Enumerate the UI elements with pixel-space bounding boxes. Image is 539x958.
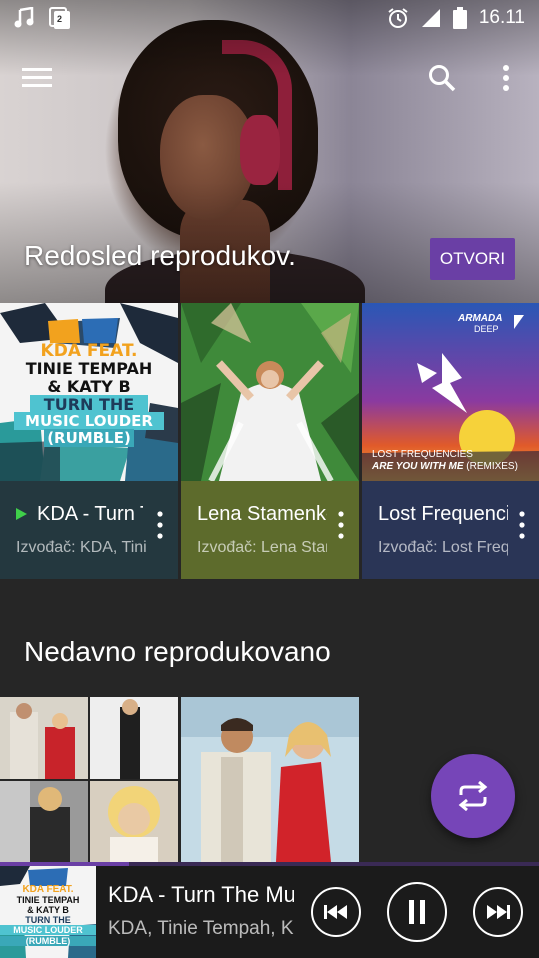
art-label-title: ARE YOU WITH ME (REMIXES) [372,461,518,472]
skip-next-icon [487,905,510,919]
pause-icon [409,900,425,924]
notification-count: 2 [57,14,63,24]
card-subtitle: Izvođač: KDA, Tinie Tempah, Katy B [16,539,146,556]
more-vert-icon[interactable] [510,505,534,545]
open-button[interactable]: OTVORI [430,238,515,280]
skip-previous-icon [324,905,347,919]
hero-title: Redosled reprodukov. [24,240,296,271]
status-bar: 2 16.11 [0,0,539,36]
repeat-fab[interactable] [431,754,515,838]
app-bar [0,54,539,102]
art-label-artist: LOST FREQUENCIES [372,449,473,460]
card-info: Lena Stamenković Izvođač: Lena Stamenkov… [181,481,359,579]
card-lena[interactable]: Lena Stamenković Izvođač: Lena Stamenkov… [181,303,359,579]
art-label-deep: DEEP [474,324,499,334]
player-art-line-1: KDA FEAT. [22,884,74,895]
repeat-icon [458,781,488,811]
playlist-cards: KDA FEAT. TINIE TEMPAH & KATY B TURN THE… [0,303,539,579]
mini-player[interactable]: KDA FEAT. TINIE TEMPAH & KATY B TURN THE… [0,862,539,958]
clock-time: 16.11 [478,7,525,28]
art-line-1: KDA FEAT. [40,341,138,361]
photo-badge-icon: 2 [48,6,72,30]
card-title: Lost Frequencies [378,503,508,525]
next-button[interactable] [473,887,523,937]
player-art-line-3: & KATY B [27,905,69,915]
now-playing-artist: KDA, Tinie Tempah, Katy B [108,918,294,939]
album-art-lena [181,303,359,481]
more-vert-icon[interactable] [494,62,518,94]
art-line-3: & KATY B [47,377,131,396]
now-playing-title: KDA - Turn The Music Louder [108,882,294,907]
battery-icon [452,7,467,29]
now-playing-art: KDA FEAT. TINIE TEMPAH & KATY B TURN THE… [0,866,96,958]
card-title: KDA - Turn The Music Louder [37,503,143,525]
playing-indicator-icon [16,508,27,520]
search-icon[interactable] [426,62,458,94]
signal-icon [421,8,441,28]
alarm-icon [387,7,409,29]
card-title: Lena Stamenković [197,503,327,525]
card-info: KDA - Turn The Music Louder Izvođač: KDA… [0,481,178,579]
art-label-remixes: (REMIXES) [466,461,518,472]
recent-item-duo[interactable] [181,697,359,862]
recent-item-collage[interactable] [0,697,178,862]
music-note-icon [14,7,34,29]
previous-button[interactable] [311,887,361,937]
hero-banner[interactable]: 2 16.11 Redosled reprodukov. OTVORI [0,0,539,303]
pause-button[interactable] [387,882,447,942]
player-art-line-5: MUSIC LOUDER [0,925,96,935]
recent-list [0,697,359,862]
art-line-5: MUSIC LOUDER [14,412,164,430]
card-kda[interactable]: KDA FEAT. TINIE TEMPAH & KATY B TURN THE… [0,303,178,579]
art-line-2: TINIE TEMPAH [25,359,153,378]
player-art-line-6: (RUMBLE) [0,936,96,946]
player-art-line-4: TURN THE [25,915,71,925]
art-label-armada: ARMADA [458,313,503,324]
recent-section-title: Nedavno reprodukovano [24,636,331,667]
more-vert-icon[interactable] [329,505,353,545]
card-subtitle: Izvođač: Lost Frequencies [378,539,508,556]
art-line-6: (RUMBLE) [44,429,134,447]
player-art-line-2: TINIE TEMPAH [16,895,80,905]
card-subtitle: Izvođač: Lena Stamenković [197,539,327,556]
more-vert-icon[interactable] [148,505,172,545]
card-lost-frequencies[interactable]: ARMADA DEEP LOST FREQUENCIES ARE YOU WIT… [362,303,539,579]
hamburger-menu-icon[interactable] [22,64,62,92]
music-app-screen: 2 16.11 Redosled reprodukov. OTVORI KDA … [0,0,539,958]
card-info: Lost Frequencies Izvođač: Lost Frequenci… [362,481,539,579]
art-label-song: ARE YOU WITH ME [372,461,464,472]
album-art-kda: KDA FEAT. TINIE TEMPAH & KATY B TURN THE… [0,303,178,481]
album-art-lost-frequencies: ARMADA DEEP LOST FREQUENCIES ARE YOU WIT… [362,303,539,481]
